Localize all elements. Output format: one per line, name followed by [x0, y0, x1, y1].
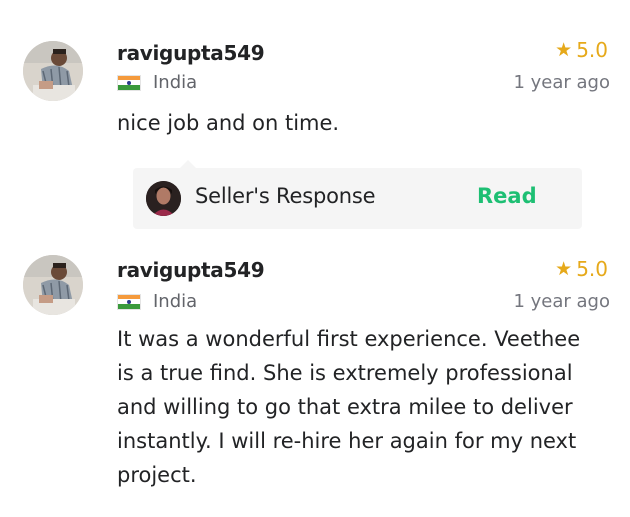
- review-text: It was a wonderful first experience. Vee…: [117, 327, 581, 487]
- india-flag-icon: [117, 293, 141, 310]
- seller-avatar: [146, 181, 181, 216]
- seller-response[interactable]: Seller's Response Read: [133, 160, 582, 229]
- review-time: 1 year ago: [513, 291, 610, 312]
- india-flag-icon: [117, 74, 141, 91]
- reviewer-country: India: [117, 72, 197, 93]
- rating: ★ 5.0: [555, 257, 608, 281]
- reviewer-avatar[interactable]: [23, 255, 83, 315]
- rating: ★ 5.0: [555, 38, 608, 62]
- review-text: nice job and on time.: [117, 111, 340, 135]
- seller-response-label: Seller's Response: [195, 184, 376, 208]
- reviewer-username[interactable]: ravigupta549: [117, 41, 265, 65]
- country-name: India: [153, 291, 198, 312]
- read-response-link[interactable]: Read: [477, 184, 537, 208]
- country-name: India: [153, 72, 198, 93]
- star-icon: ★: [555, 38, 573, 61]
- reviewer-avatar[interactable]: [23, 41, 83, 101]
- rating-value: 5.0: [576, 38, 608, 62]
- rating-value: 5.0: [576, 257, 608, 281]
- reviewer-country: India: [117, 291, 197, 312]
- response-notch: [179, 160, 197, 169]
- review-time: 1 year ago: [513, 72, 610, 93]
- star-icon: ★: [555, 257, 573, 280]
- reviewer-username[interactable]: ravigupta549: [117, 258, 265, 282]
